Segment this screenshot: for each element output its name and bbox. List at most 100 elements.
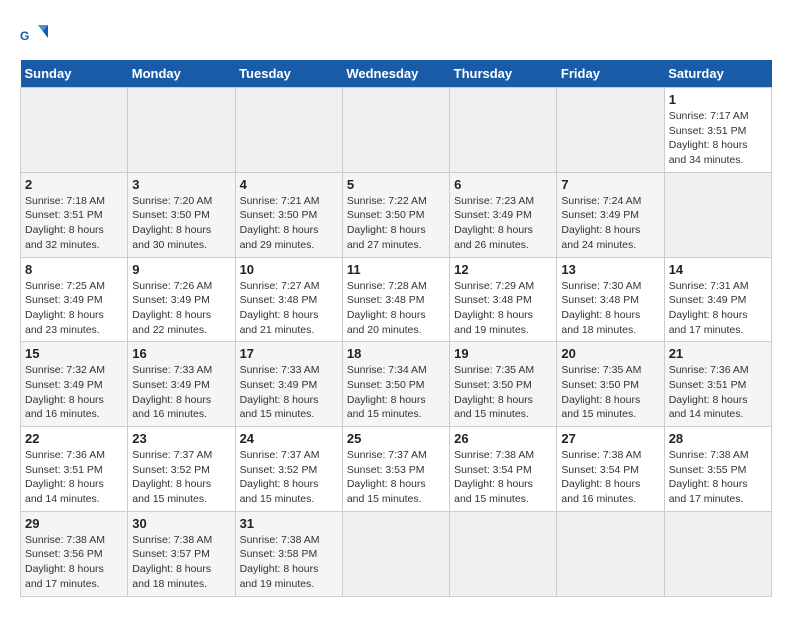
day-number: 19: [454, 346, 552, 361]
calendar-cell: 28 Sunrise: 7:38 AM Sunset: 3:55 PM Dayl…: [664, 427, 771, 512]
logo-icon: G: [20, 20, 50, 50]
day-number: 13: [561, 262, 659, 277]
calendar-cell: 1 Sunrise: 7:17 AM Sunset: 3:51 PM Dayli…: [664, 88, 771, 173]
day-info: Sunrise: 7:26 AM Sunset: 3:49 PM Dayligh…: [132, 279, 230, 338]
calendar-cell: 14 Sunrise: 7:31 AM Sunset: 3:49 PM Dayl…: [664, 257, 771, 342]
calendar-cell: 17 Sunrise: 7:33 AM Sunset: 3:49 PM Dayl…: [235, 342, 342, 427]
day-number: 21: [669, 346, 767, 361]
calendar-week-row: 1 Sunrise: 7:17 AM Sunset: 3:51 PM Dayli…: [21, 88, 772, 173]
day-number: 8: [25, 262, 123, 277]
calendar-cell: [557, 88, 664, 173]
day-number: 27: [561, 431, 659, 446]
calendar-cell: 25 Sunrise: 7:37 AM Sunset: 3:53 PM Dayl…: [342, 427, 449, 512]
calendar-body: 1 Sunrise: 7:17 AM Sunset: 3:51 PM Dayli…: [21, 88, 772, 597]
calendar-week-row: 15 Sunrise: 7:32 AM Sunset: 3:49 PM Dayl…: [21, 342, 772, 427]
day-info: Sunrise: 7:38 AM Sunset: 3:57 PM Dayligh…: [132, 533, 230, 592]
calendar-cell: 24 Sunrise: 7:37 AM Sunset: 3:52 PM Dayl…: [235, 427, 342, 512]
calendar-day-header: Wednesday: [342, 60, 449, 88]
calendar-cell: 9 Sunrise: 7:26 AM Sunset: 3:49 PM Dayli…: [128, 257, 235, 342]
day-info: Sunrise: 7:28 AM Sunset: 3:48 PM Dayligh…: [347, 279, 445, 338]
calendar-cell: [235, 88, 342, 173]
day-number: 18: [347, 346, 445, 361]
calendar-cell: 22 Sunrise: 7:36 AM Sunset: 3:51 PM Dayl…: [21, 427, 128, 512]
day-info: Sunrise: 7:35 AM Sunset: 3:50 PM Dayligh…: [561, 363, 659, 422]
day-info: Sunrise: 7:24 AM Sunset: 3:49 PM Dayligh…: [561, 194, 659, 253]
day-info: Sunrise: 7:36 AM Sunset: 3:51 PM Dayligh…: [669, 363, 767, 422]
day-number: 7: [561, 177, 659, 192]
day-number: 17: [240, 346, 338, 361]
calendar-cell: 23 Sunrise: 7:37 AM Sunset: 3:52 PM Dayl…: [128, 427, 235, 512]
day-number: 4: [240, 177, 338, 192]
logo: G: [20, 20, 54, 50]
day-number: 11: [347, 262, 445, 277]
calendar-week-row: 2 Sunrise: 7:18 AM Sunset: 3:51 PM Dayli…: [21, 172, 772, 257]
calendar-cell: [21, 88, 128, 173]
day-info: Sunrise: 7:22 AM Sunset: 3:50 PM Dayligh…: [347, 194, 445, 253]
day-info: Sunrise: 7:25 AM Sunset: 3:49 PM Dayligh…: [25, 279, 123, 338]
calendar-cell: 12 Sunrise: 7:29 AM Sunset: 3:48 PM Dayl…: [450, 257, 557, 342]
day-info: Sunrise: 7:20 AM Sunset: 3:50 PM Dayligh…: [132, 194, 230, 253]
day-info: Sunrise: 7:33 AM Sunset: 3:49 PM Dayligh…: [240, 363, 338, 422]
calendar-week-row: 8 Sunrise: 7:25 AM Sunset: 3:49 PM Dayli…: [21, 257, 772, 342]
day-info: Sunrise: 7:38 AM Sunset: 3:54 PM Dayligh…: [454, 448, 552, 507]
day-number: 24: [240, 431, 338, 446]
calendar-cell: [342, 88, 449, 173]
day-info: Sunrise: 7:35 AM Sunset: 3:50 PM Dayligh…: [454, 363, 552, 422]
calendar-day-header: Sunday: [21, 60, 128, 88]
calendar-header-row: SundayMondayTuesdayWednesdayThursdayFrid…: [21, 60, 772, 88]
calendar-week-row: 22 Sunrise: 7:36 AM Sunset: 3:51 PM Dayl…: [21, 427, 772, 512]
day-info: Sunrise: 7:21 AM Sunset: 3:50 PM Dayligh…: [240, 194, 338, 253]
day-info: Sunrise: 7:27 AM Sunset: 3:48 PM Dayligh…: [240, 279, 338, 338]
calendar-cell: 10 Sunrise: 7:27 AM Sunset: 3:48 PM Dayl…: [235, 257, 342, 342]
calendar-cell: 4 Sunrise: 7:21 AM Sunset: 3:50 PM Dayli…: [235, 172, 342, 257]
page-header: G: [20, 20, 772, 50]
day-number: 3: [132, 177, 230, 192]
day-number: 31: [240, 516, 338, 531]
calendar-day-header: Thursday: [450, 60, 557, 88]
calendar-cell: 18 Sunrise: 7:34 AM Sunset: 3:50 PM Dayl…: [342, 342, 449, 427]
calendar-cell: 13 Sunrise: 7:30 AM Sunset: 3:48 PM Dayl…: [557, 257, 664, 342]
day-info: Sunrise: 7:32 AM Sunset: 3:49 PM Dayligh…: [25, 363, 123, 422]
day-number: 1: [669, 92, 767, 107]
day-number: 26: [454, 431, 552, 446]
day-number: 23: [132, 431, 230, 446]
day-number: 15: [25, 346, 123, 361]
day-number: 22: [25, 431, 123, 446]
day-info: Sunrise: 7:37 AM Sunset: 3:52 PM Dayligh…: [240, 448, 338, 507]
calendar-day-header: Saturday: [664, 60, 771, 88]
day-info: Sunrise: 7:38 AM Sunset: 3:56 PM Dayligh…: [25, 533, 123, 592]
day-number: 6: [454, 177, 552, 192]
day-number: 2: [25, 177, 123, 192]
calendar-cell: 11 Sunrise: 7:28 AM Sunset: 3:48 PM Dayl…: [342, 257, 449, 342]
day-info: Sunrise: 7:18 AM Sunset: 3:51 PM Dayligh…: [25, 194, 123, 253]
calendar-cell: [342, 511, 449, 596]
svg-text:G: G: [20, 29, 29, 43]
calendar-cell: 27 Sunrise: 7:38 AM Sunset: 3:54 PM Dayl…: [557, 427, 664, 512]
day-info: Sunrise: 7:29 AM Sunset: 3:48 PM Dayligh…: [454, 279, 552, 338]
day-number: 14: [669, 262, 767, 277]
day-info: Sunrise: 7:36 AM Sunset: 3:51 PM Dayligh…: [25, 448, 123, 507]
calendar-table: SundayMondayTuesdayWednesdayThursdayFrid…: [20, 60, 772, 597]
day-number: 29: [25, 516, 123, 531]
calendar-cell: 8 Sunrise: 7:25 AM Sunset: 3:49 PM Dayli…: [21, 257, 128, 342]
calendar-cell: 20 Sunrise: 7:35 AM Sunset: 3:50 PM Dayl…: [557, 342, 664, 427]
calendar-cell: [450, 511, 557, 596]
day-info: Sunrise: 7:33 AM Sunset: 3:49 PM Dayligh…: [132, 363, 230, 422]
calendar-cell: [664, 511, 771, 596]
calendar-cell: 31 Sunrise: 7:38 AM Sunset: 3:58 PM Dayl…: [235, 511, 342, 596]
calendar-week-row: 29 Sunrise: 7:38 AM Sunset: 3:56 PM Dayl…: [21, 511, 772, 596]
calendar-cell: [664, 172, 771, 257]
calendar-cell: 2 Sunrise: 7:18 AM Sunset: 3:51 PM Dayli…: [21, 172, 128, 257]
calendar-cell: 3 Sunrise: 7:20 AM Sunset: 3:50 PM Dayli…: [128, 172, 235, 257]
calendar-cell: [557, 511, 664, 596]
calendar-day-header: Monday: [128, 60, 235, 88]
day-number: 5: [347, 177, 445, 192]
calendar-cell: 15 Sunrise: 7:32 AM Sunset: 3:49 PM Dayl…: [21, 342, 128, 427]
day-info: Sunrise: 7:23 AM Sunset: 3:49 PM Dayligh…: [454, 194, 552, 253]
calendar-cell: [450, 88, 557, 173]
day-info: Sunrise: 7:37 AM Sunset: 3:53 PM Dayligh…: [347, 448, 445, 507]
day-number: 20: [561, 346, 659, 361]
day-number: 12: [454, 262, 552, 277]
calendar-cell: 29 Sunrise: 7:38 AM Sunset: 3:56 PM Dayl…: [21, 511, 128, 596]
day-number: 25: [347, 431, 445, 446]
